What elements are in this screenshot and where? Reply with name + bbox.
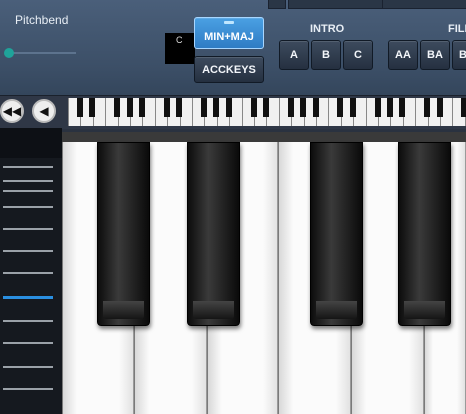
slider-tick [3,342,53,344]
intro-c-button[interactable]: C [343,40,373,70]
mini-white-key[interactable] [105,98,107,126]
fill-ba-button[interactable]: BA [420,40,450,70]
min-maj-button[interactable]: MIN+MAJ [194,17,264,49]
pitchbend-label: Pitchbend [15,13,69,27]
slider-tick [3,366,53,368]
mini-black-key[interactable] [163,98,170,117]
mini-black-key[interactable] [114,98,121,117]
intro-c-label: C [354,49,362,61]
mini-black-key[interactable] [349,98,356,117]
black-key[interactable] [187,142,240,326]
active-led-indicator [224,21,234,24]
intro-label: INTRO [310,23,345,35]
piano-keyboard[interactable] [62,132,466,414]
mini-black-key[interactable] [176,98,183,117]
slider-tick [3,320,53,322]
mini-white-key[interactable] [452,98,454,126]
mini-black-key[interactable] [89,98,96,117]
mini-black-key[interactable] [436,98,443,117]
mini-black-key[interactable] [77,98,83,117]
mini-white-key[interactable] [154,98,156,126]
fill-ba-label: BA [427,49,443,61]
slider-tick [3,206,53,208]
mini-white-key[interactable] [278,98,280,126]
mini-black-key[interactable] [287,98,294,117]
triangle-left-icon[interactable]: ◀ [32,99,56,123]
top-strip-button[interactable] [268,0,286,9]
fill-b-label: B [459,49,466,61]
slider-tick [3,272,53,274]
control-panel: Pitchbend C MIN+MAJ ACCKEYS INTRO A B C … [0,0,466,95]
key-display-label: C [176,35,183,45]
mini-black-key[interactable] [201,98,207,117]
mini-black-key[interactable] [399,98,406,117]
fill-b-button[interactable]: B [452,40,466,70]
mini-black-key[interactable] [387,98,393,117]
mini-black-key[interactable] [374,98,381,117]
slider-tick [3,388,53,390]
intro-b-label: B [322,49,330,61]
fill-label: FILL [448,23,466,35]
mini-white-key[interactable] [192,98,193,126]
slider-tick [3,180,53,182]
mini-black-key[interactable] [263,98,269,117]
mini-white-key[interactable] [365,98,367,126]
key-display[interactable]: C [165,33,195,64]
pitchbend-slider-knob[interactable] [4,48,14,58]
top-strip-button[interactable] [382,0,466,9]
min-maj-label: MIN+MAJ [204,31,254,43]
mini-white-key[interactable] [415,98,417,126]
pitchbend-slider-track[interactable] [6,52,76,54]
black-key[interactable] [398,142,451,326]
mini-white-key[interactable] [68,98,69,126]
acckeys-label: ACCKEYS [202,63,256,76]
intro-a-button[interactable]: A [279,40,309,70]
mini-keyboard-overview[interactable] [68,98,466,126]
top-strip-button[interactable] [288,0,384,9]
mini-black-key[interactable] [213,98,220,117]
mini-black-key[interactable] [126,98,133,117]
intro-b-button[interactable]: B [311,40,341,70]
mini-black-key[interactable] [312,98,319,117]
rail-top-band [0,128,62,158]
mini-black-key[interactable] [337,98,344,117]
black-key[interactable] [97,142,150,326]
mini-white-key[interactable] [328,98,330,126]
mini-black-key[interactable] [250,98,257,117]
slider-tick [3,228,53,230]
double-chevron-left-icon[interactable]: ◀◀ [0,99,24,123]
fill-aa-button[interactable]: AA [388,40,418,70]
mini-white-key[interactable] [241,98,243,126]
mini-black-key[interactable] [461,98,466,117]
keyboard-app: Pitchbend C MIN+MAJ ACCKEYS INTRO A B C … [0,0,466,414]
acckeys-button[interactable]: ACCKEYS [194,56,264,83]
intro-a-label: A [290,49,298,61]
black-key[interactable] [310,142,363,326]
slider-tick [3,250,53,252]
slider-tick [3,166,53,168]
mini-black-key[interactable] [300,98,307,117]
mini-black-key[interactable] [424,98,431,117]
slider-selected-tick [3,296,53,299]
fill-aa-label: AA [395,49,411,61]
slider-tick [3,190,53,192]
octave-slider-rail[interactable] [0,128,62,414]
mini-black-key[interactable] [139,98,145,117]
mini-black-key[interactable] [225,98,232,117]
